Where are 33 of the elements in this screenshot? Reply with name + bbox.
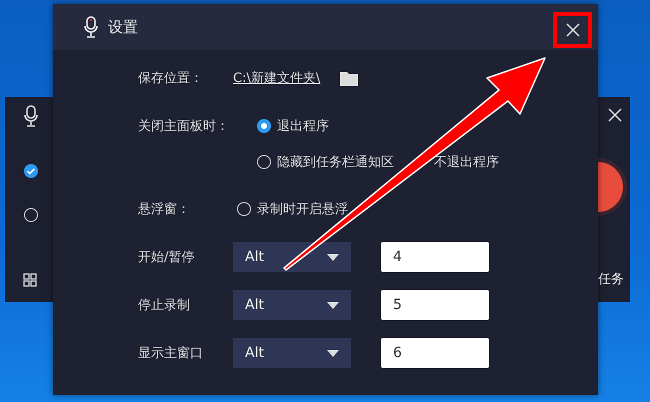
modifier-dropdown[interactable]: Alt — [233, 290, 351, 320]
field-label: 保存位置： — [138, 70, 204, 87]
close-button[interactable] — [553, 12, 592, 48]
folder-icon[interactable] — [340, 70, 358, 86]
option-radio[interactable] — [24, 164, 38, 178]
caret-icon — [327, 350, 339, 356]
field-label: 悬浮窗： — [138, 201, 191, 218]
option-label: 退出程序 — [277, 118, 329, 135]
window-title: 设置 — [108, 18, 138, 36]
radio-button[interactable] — [237, 202, 251, 216]
folder-path-link[interactable]: C:\新建文件夹\ — [233, 69, 320, 87]
option-radio[interactable] — [24, 208, 38, 222]
hotkey-label: 停止录制 — [138, 297, 191, 314]
hotkey-label: 显示主窗口 — [138, 345, 204, 362]
close-icon — [566, 23, 580, 37]
close-icon[interactable] — [608, 108, 622, 122]
grid-icon[interactable] — [23, 273, 37, 287]
key-input[interactable]: 5 — [381, 290, 489, 320]
radio-button[interactable] — [257, 119, 271, 133]
task-label: 任务 — [598, 271, 624, 288]
caret-icon — [327, 254, 339, 260]
microphone-icon — [84, 16, 98, 38]
option-label: 隐藏到任务栏通知区 — [277, 154, 394, 171]
key-input[interactable]: 4 — [381, 242, 489, 272]
microphone-icon — [24, 105, 38, 127]
hotkey-label: 开始/暂停 — [138, 249, 196, 266]
option-label: 不退出程序 — [434, 154, 499, 171]
key-input[interactable]: 6 — [381, 338, 489, 368]
option-label: 录制时开启悬浮 — [257, 201, 348, 218]
field-label: 关闭主面板时： — [138, 118, 230, 135]
modifier-dropdown[interactable]: Alt — [233, 338, 351, 368]
radio-button[interactable] — [257, 155, 271, 169]
modifier-dropdown[interactable]: Alt — [233, 242, 351, 272]
